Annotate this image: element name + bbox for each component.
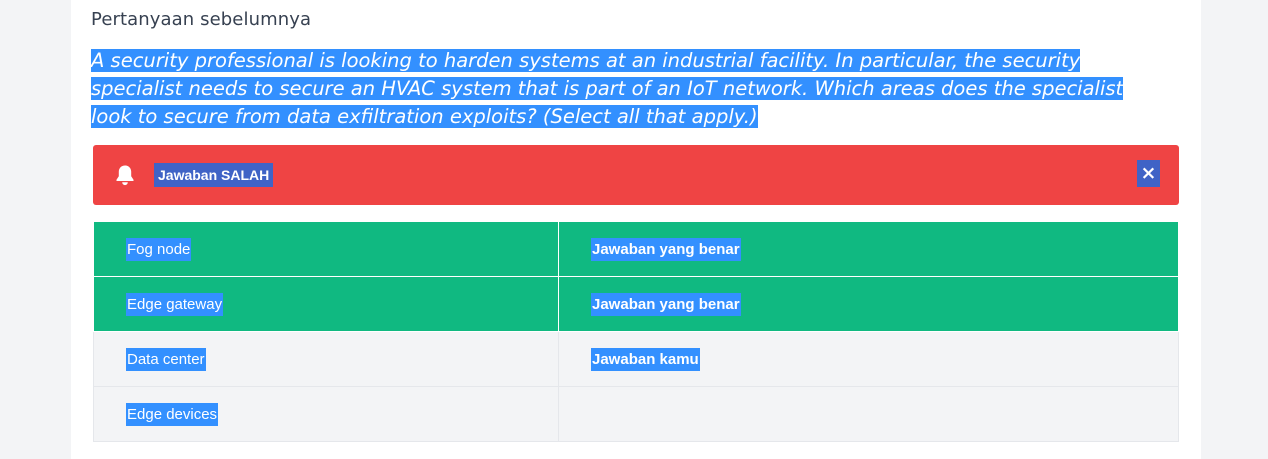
result-alert: Jawaban SALAH × bbox=[93, 145, 1179, 205]
answer-option: Edge devices bbox=[126, 402, 219, 426]
answer-status: Jawaban yang benar bbox=[591, 292, 741, 316]
answer-status-cell bbox=[558, 386, 1179, 442]
table-row: Fog node Jawaban yang benar bbox=[93, 221, 1179, 277]
answer-option-cell: Fog node bbox=[93, 221, 559, 277]
table-row: Data center Jawaban kamu bbox=[93, 331, 1179, 387]
answer-option: Data center bbox=[126, 347, 206, 371]
answer-status: Jawaban yang benar bbox=[591, 237, 741, 261]
answer-option-cell: Edge gateway bbox=[93, 276, 559, 332]
question-text-content: A security professional is looking to ha… bbox=[91, 49, 1124, 128]
answer-status-cell: Jawaban yang benar bbox=[558, 276, 1179, 332]
table-row: Edge gateway Jawaban yang benar bbox=[93, 276, 1179, 332]
bell-icon bbox=[115, 164, 135, 186]
answer-option: Fog node bbox=[126, 237, 192, 261]
answer-status-cell: Jawaban yang benar bbox=[558, 221, 1179, 277]
alert-message: Jawaban SALAH bbox=[154, 163, 274, 187]
answers-table: Fog node Jawaban yang benar Edge gateway… bbox=[93, 221, 1179, 442]
answer-status-cell: Jawaban kamu bbox=[558, 331, 1179, 387]
answer-option-cell: Edge devices bbox=[93, 386, 559, 442]
section-title: Pertanyaan sebelumnya bbox=[91, 9, 312, 30]
answer-option: Edge gateway bbox=[126, 292, 224, 316]
answer-status: Jawaban kamu bbox=[591, 347, 700, 371]
table-row: Edge devices bbox=[93, 386, 1179, 442]
answer-option-cell: Data center bbox=[93, 331, 559, 387]
close-button[interactable]: × bbox=[1137, 160, 1160, 187]
question-text: A security professional is looking to ha… bbox=[91, 47, 1156, 131]
